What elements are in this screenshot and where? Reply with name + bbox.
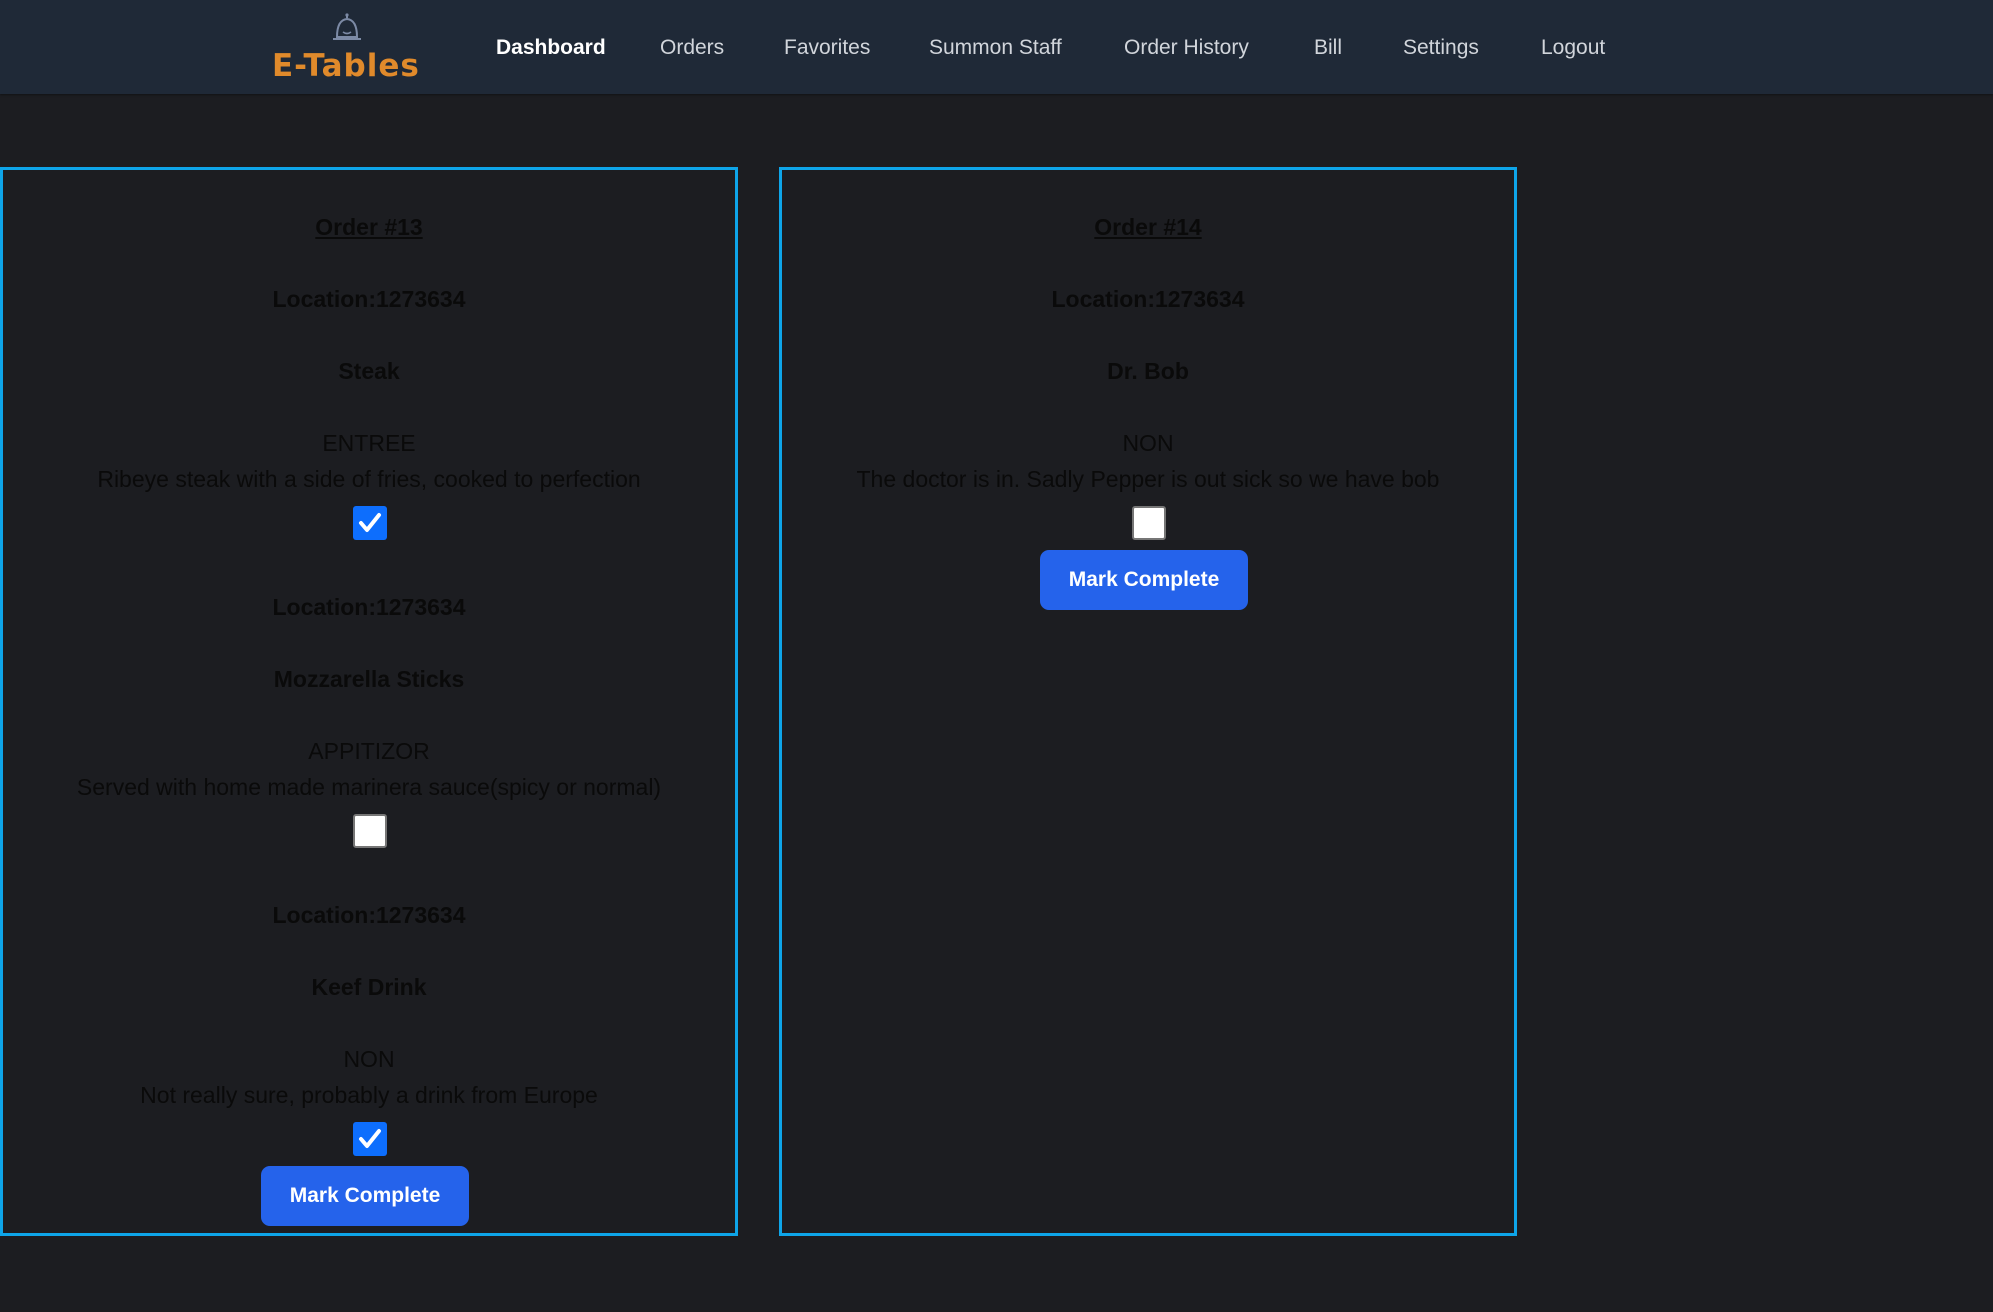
item-description: Ribeye steak with a side of fries, cooke… xyxy=(97,466,641,492)
order-card: Order #13 Location:1273634 Steak ENTREE … xyxy=(0,167,738,1236)
mark-complete-button[interactable]: Mark Complete xyxy=(1040,550,1248,610)
nav-logout[interactable]: Logout xyxy=(1541,34,1605,62)
mark-complete-button[interactable]: Mark Complete xyxy=(261,1166,469,1226)
item-location: Location:1273634 xyxy=(1051,286,1245,312)
logo-text: E-Tables xyxy=(272,48,420,84)
item-location: Location:1273634 xyxy=(272,902,466,928)
nav-favorites[interactable]: Favorites xyxy=(784,34,870,62)
item-name: Dr. Bob xyxy=(1107,358,1189,384)
nav-bill[interactable]: Bill xyxy=(1314,34,1342,62)
nav-dashboard[interactable]: Dashboard xyxy=(496,34,606,62)
brand-logo[interactable]: E-Tables xyxy=(272,10,422,86)
order-title: Order #13 xyxy=(315,214,423,240)
nav-settings[interactable]: Settings xyxy=(1403,34,1479,62)
top-navbar: E-Tables Dashboard Orders Favorites Summ… xyxy=(0,0,1993,94)
bell-icon xyxy=(333,13,361,40)
item-category: ENTREE xyxy=(322,430,416,456)
item-description: The doctor is in. Sadly Pepper is out si… xyxy=(856,466,1440,492)
item-checkbox[interactable] xyxy=(1132,506,1166,540)
item-checkbox[interactable] xyxy=(353,1122,387,1156)
item-category: NON xyxy=(1122,430,1174,456)
item-checkbox[interactable] xyxy=(353,814,387,848)
item-category: APPITIZOR xyxy=(308,738,430,764)
item-description: Served with home made marinera sauce(spi… xyxy=(76,774,662,800)
item-description: Not really sure, probably a drink from E… xyxy=(140,1082,598,1108)
item-name: Keef Drink xyxy=(311,974,427,1000)
checkmark-icon xyxy=(359,1129,381,1148)
item-checkbox[interactable] xyxy=(353,506,387,540)
order-card: Order #14 Location:1273634 Dr. Bob NON T… xyxy=(779,167,1517,1236)
nav-summon-staff[interactable]: Summon Staff xyxy=(929,34,1062,62)
checkmark-icon xyxy=(359,513,381,532)
item-location: Location:1273634 xyxy=(272,286,466,312)
order-title: Order #14 xyxy=(1094,214,1202,240)
item-name: Mozzarella Sticks xyxy=(273,666,465,692)
nav-order-history[interactable]: Order History xyxy=(1124,34,1249,62)
item-location: Location:1273634 xyxy=(272,594,466,620)
nav-orders[interactable]: Orders xyxy=(660,34,724,62)
item-name: Steak xyxy=(338,358,400,384)
item-category: NON xyxy=(343,1046,395,1072)
